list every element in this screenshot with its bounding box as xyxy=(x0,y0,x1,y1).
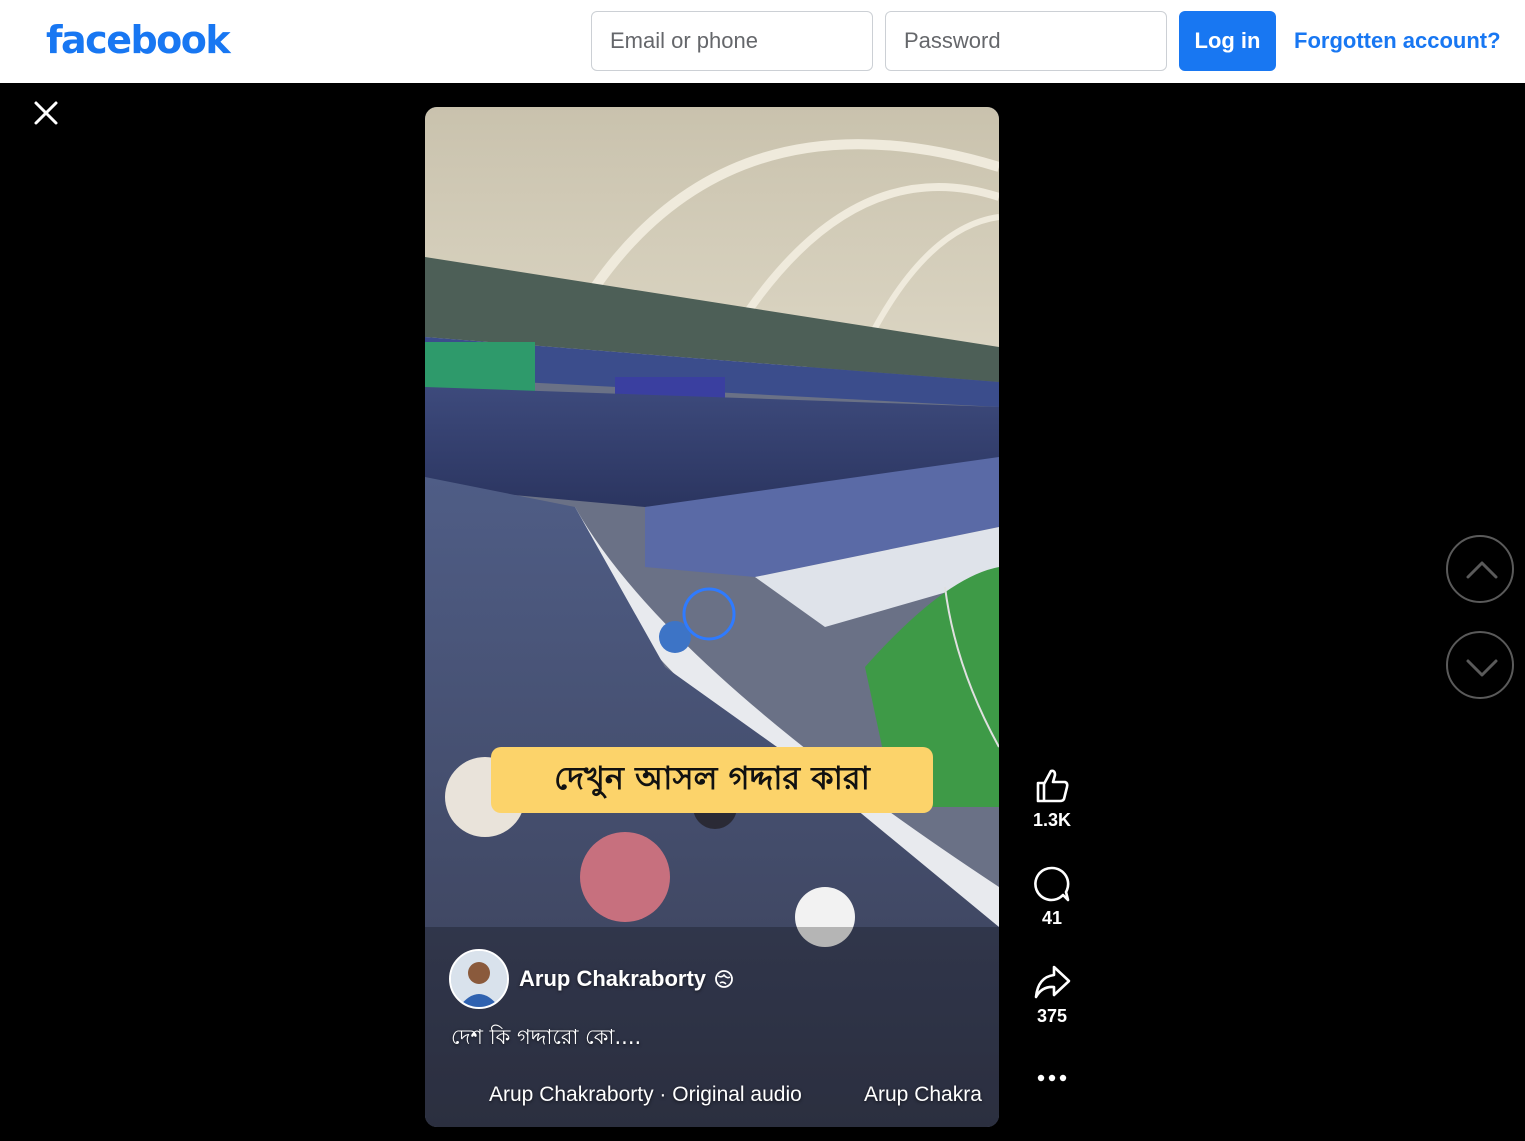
more-button[interactable] xyxy=(1022,1066,1082,1090)
like-button[interactable]: 1.3K xyxy=(1022,766,1082,831)
facebook-logo[interactable]: facebook xyxy=(46,18,231,62)
forgotten-account-link[interactable]: Forgotten account? xyxy=(1294,28,1501,54)
video-caption-overlay: দেখুন আসল গদ্দার কারা xyxy=(491,747,933,813)
audio-label-repeat: Arup Chakra xyxy=(864,1083,982,1106)
password-input[interactable] xyxy=(885,11,1167,71)
close-button[interactable] xyxy=(30,97,62,129)
share-icon xyxy=(1034,965,1071,999)
chevron-down-icon xyxy=(1466,659,1498,677)
globe-icon xyxy=(715,970,733,988)
top-bar: facebook Log in Forgotten account? xyxy=(0,0,1525,83)
author-row: Arup Chakraborty xyxy=(449,949,734,1009)
share-count: 375 xyxy=(1036,1006,1068,1026)
like-count: 1.3K xyxy=(1032,810,1072,830)
author-name[interactable]: Arup Chakraborty xyxy=(519,966,706,992)
thumbs-up-icon xyxy=(1036,769,1069,803)
post-text[interactable]: দেশ কি গদ্দারো কো.... xyxy=(451,1021,641,1056)
comment-button[interactable]: 41 xyxy=(1022,864,1082,929)
previous-reel-button[interactable] xyxy=(1446,535,1514,603)
audio-label: Arup Chakraborty · Original audio xyxy=(489,1083,802,1106)
audio-ticker[interactable]: Arup Chakraborty · Original audio Arup C… xyxy=(489,1083,989,1113)
login-button[interactable]: Log in xyxy=(1179,11,1276,71)
video-player[interactable]: দেখুন আসল গদ্দার কারা Arup Chakraborty দ… xyxy=(425,107,999,1127)
chevron-up-icon xyxy=(1466,561,1498,579)
close-icon xyxy=(34,101,58,125)
comment-count: 41 xyxy=(1041,908,1063,928)
comment-icon xyxy=(1034,866,1070,902)
share-button[interactable]: 375 xyxy=(1022,962,1082,1027)
more-icon xyxy=(1037,1074,1067,1082)
email-input[interactable] xyxy=(591,11,873,71)
avatar[interactable] xyxy=(449,949,509,1009)
next-reel-button[interactable] xyxy=(1446,631,1514,699)
